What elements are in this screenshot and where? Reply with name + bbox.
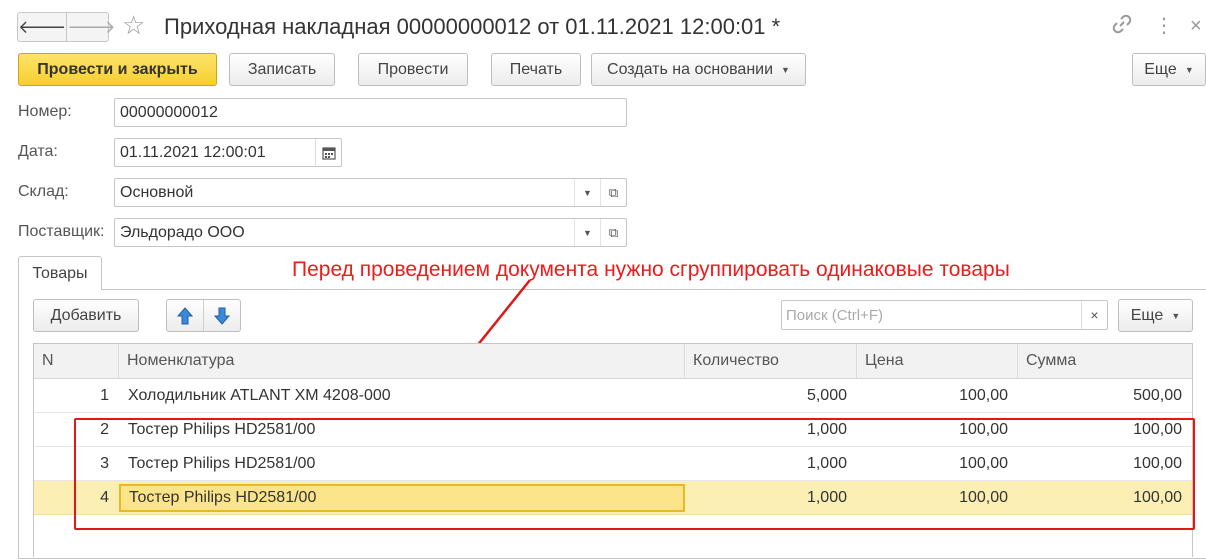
table-more-button[interactable]: Еще ▼ <box>1118 299 1193 332</box>
cell-n: 3 <box>100 454 109 472</box>
table-row[interactable]: 3 Тостер Philips HD2581/00 1,000 100,00 … <box>34 447 1192 481</box>
column-header-price[interactable]: Цена <box>857 344 1018 378</box>
cell-sum: 100,00 <box>1133 488 1182 506</box>
date-field[interactable]: 01.11.2021 12:00:01 <box>114 138 342 167</box>
forward-button[interactable]: 🡒 <box>66 13 116 41</box>
post-button[interactable]: Провести <box>358 53 468 86</box>
arrow-up-icon <box>177 306 193 324</box>
column-header-name[interactable]: Номенклатура <box>119 344 685 378</box>
print-button[interactable]: Печать <box>491 53 581 86</box>
open-icon[interactable]: ⧉ <box>600 179 626 206</box>
tab-goods[interactable]: Товары <box>18 256 102 290</box>
cell-price: 100,00 <box>959 488 1008 506</box>
dropdown-icon[interactable]: ▼ <box>574 219 600 246</box>
table-row[interactable]: 1 Холодильник ATLANT ХМ 4208-000 5,000 1… <box>34 379 1192 413</box>
move-up-button[interactable] <box>167 300 203 331</box>
cell-name-editing[interactable]: Тостер Philips HD2581/00 <box>119 481 685 514</box>
warehouse-label: Склад: <box>18 183 69 200</box>
create-based-on-button[interactable]: Создать на основании ▼ <box>591 53 806 86</box>
table-more-label: Еще <box>1130 306 1164 324</box>
cell-qty: 1,000 <box>806 454 847 472</box>
close-icon[interactable]: × <box>1190 13 1202 39</box>
cell-price: 100,00 <box>959 386 1008 404</box>
supplier-field[interactable]: Эльдорадо ООО ▼ ⧉ <box>114 218 627 247</box>
table-row-selected[interactable]: 4 Тостер Philips HD2581/00 1,000 100,00 … <box>34 481 1192 515</box>
arrow-left-icon: 🡐 <box>18 16 67 37</box>
cell-name: Холодильник ATLANT ХМ 4208-000 <box>128 386 391 404</box>
add-button[interactable]: Добавить <box>33 299 139 332</box>
create-based-on-label: Создать на основании <box>607 60 774 78</box>
date-label: Дата: <box>18 143 58 160</box>
annotation-text: Перед проведением документа нужно сгрупп… <box>292 258 1010 281</box>
back-button[interactable]: 🡐 <box>18 13 66 41</box>
supplier-label: Поставщик: <box>18 223 105 240</box>
cell-qty: 5,000 <box>806 386 847 404</box>
open-icon[interactable]: ⧉ <box>600 219 626 246</box>
number-field[interactable]: 00000000012 <box>114 98 627 127</box>
column-header-sum[interactable]: Сумма <box>1018 344 1192 378</box>
more-label: Еще <box>1144 60 1177 78</box>
cell-sum: 100,00 <box>1133 454 1182 472</box>
search-input[interactable]: Поиск (Ctrl+F) × <box>781 300 1108 330</box>
clear-icon[interactable]: × <box>1081 301 1107 329</box>
page-title: Приходная накладная 00000000012 от 01.11… <box>164 14 781 39</box>
cell-sum: 100,00 <box>1133 420 1182 438</box>
calendar-icon[interactable] <box>315 139 341 166</box>
search-placeholder: Поиск (Ctrl+F) <box>786 306 883 324</box>
link-icon[interactable] <box>1111 13 1133 42</box>
date-value: 01.11.2021 12:00:01 <box>120 143 266 161</box>
column-header-n[interactable]: N <box>34 344 119 378</box>
chevron-down-icon: ▼ <box>1184 64 1194 75</box>
more-button[interactable]: Еще ▼ <box>1132 53 1206 86</box>
chevron-down-icon: ▼ <box>1171 310 1181 321</box>
supplier-value: Эльдорадо ООО <box>120 223 245 241</box>
cell-price: 100,00 <box>959 420 1008 438</box>
cell-n: 2 <box>100 420 109 438</box>
move-buttons <box>166 299 241 332</box>
dropdown-icon[interactable]: ▼ <box>574 179 600 206</box>
star-icon[interactable]: ☆ <box>122 10 145 40</box>
column-header-qty[interactable]: Количество <box>685 344 857 378</box>
cell-name: Тостер Philips HD2581/00 <box>128 420 316 438</box>
table-row[interactable]: 2 Тостер Philips HD2581/00 1,000 100,00 … <box>34 413 1192 447</box>
history-nav: 🡐 🡒 <box>17 12 116 42</box>
move-down-button[interactable] <box>203 300 240 331</box>
warehouse-value: Основной <box>120 183 194 201</box>
arrow-right-icon: 🡒 <box>67 16 116 37</box>
cell-n: 1 <box>100 386 109 404</box>
arrow-down-icon <box>214 307 230 325</box>
table-header: N Номенклатура Количество Цена Сумма <box>34 344 1192 379</box>
cell-n: 4 <box>100 488 109 506</box>
goods-table: N Номенклатура Количество Цена Сумма 1 Х… <box>33 343 1193 557</box>
number-label: Номер: <box>18 103 72 120</box>
post-and-close-button[interactable]: Провести и закрыть <box>18 53 217 86</box>
save-button[interactable]: Записать <box>229 53 335 86</box>
cell-price: 100,00 <box>959 454 1008 472</box>
cell-qty: 1,000 <box>806 488 847 506</box>
cell-name-value: Тостер Philips HD2581/00 <box>119 483 685 512</box>
more-vertical-icon[interactable]: ⋮ <box>1154 13 1174 39</box>
warehouse-field[interactable]: Основной ▼ ⧉ <box>114 178 627 207</box>
chevron-down-icon: ▼ <box>781 64 790 75</box>
cell-qty: 1,000 <box>806 420 847 438</box>
cell-sum: 500,00 <box>1133 386 1182 404</box>
cell-name: Тостер Philips HD2581/00 <box>128 454 316 472</box>
number-value: 00000000012 <box>120 103 218 121</box>
